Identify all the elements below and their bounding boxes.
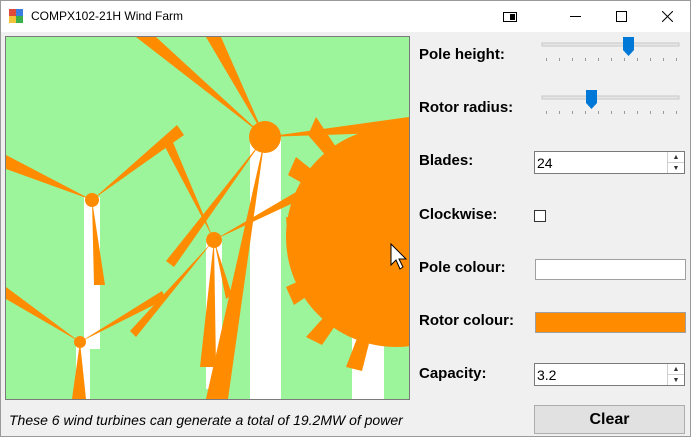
snap-icon	[503, 11, 517, 22]
status-text: These 6 wind turbines can generate a tot…	[9, 412, 403, 428]
rotor-radius-slider[interactable]	[541, 90, 681, 120]
clear-button[interactable]: Clear	[534, 405, 685, 434]
rotor-colour-swatch[interactable]	[535, 312, 686, 333]
pole-colour-label: Pole colour:	[419, 259, 506, 276]
slider-ticks	[546, 58, 677, 61]
capacity-label: Capacity:	[419, 365, 487, 382]
slider-ticks	[546, 111, 677, 114]
maximize-button[interactable]	[598, 1, 644, 32]
maximize-icon	[615, 11, 627, 22]
pole-height-label: Pole height:	[419, 46, 505, 63]
spinner-down-icon[interactable]: ▼	[668, 163, 684, 173]
capacity-value[interactable]: 3.2	[537, 367, 556, 383]
minimize-icon	[569, 16, 581, 17]
blades-spinner-arrows: ▲ ▼	[667, 152, 684, 173]
wind-farm-drawing	[6, 37, 409, 399]
spinner-down-icon[interactable]: ▼	[668, 375, 684, 385]
spinner-up-icon[interactable]: ▲	[668, 364, 684, 375]
rotor-radius-track	[541, 90, 680, 114]
app-window: COMPX102-21H Wind Farm Pole height: Roto…	[0, 0, 691, 437]
rotor-radius-label: Rotor radius:	[419, 99, 514, 116]
window-title: COMPX102-21H Wind Farm	[31, 9, 184, 23]
wind-farm-canvas[interactable]	[5, 36, 410, 400]
close-button[interactable]	[644, 1, 690, 32]
turbine-pole	[250, 135, 281, 399]
clockwise-checkbox[interactable]	[534, 210, 546, 222]
pole-colour-swatch[interactable]	[535, 259, 686, 280]
rotor-colour-label: Rotor colour:	[419, 312, 514, 329]
slider-thumb[interactable]	[623, 37, 634, 56]
pole-height-slider[interactable]	[541, 37, 681, 67]
minimize-button[interactable]	[552, 1, 598, 32]
title-bar[interactable]: COMPX102-21H Wind Farm	[1, 1, 690, 32]
blades-spinner[interactable]: 24 ▲ ▼	[534, 151, 685, 174]
blades-label: Blades:	[419, 152, 474, 169]
capacity-spinner[interactable]: 3.2 ▲ ▼	[534, 363, 685, 386]
capacity-spinner-arrows: ▲ ▼	[667, 364, 684, 385]
spinner-up-icon[interactable]: ▲	[668, 152, 684, 163]
app-icon	[9, 9, 23, 23]
clockwise-label: Clockwise:	[419, 206, 498, 223]
slider-thumb[interactable]	[586, 90, 597, 109]
turbine-rotor	[6, 125, 184, 285]
pole-height-track	[541, 37, 680, 61]
snap-button[interactable]	[487, 1, 533, 32]
close-icon	[661, 11, 673, 22]
blades-value[interactable]: 24	[537, 155, 553, 171]
